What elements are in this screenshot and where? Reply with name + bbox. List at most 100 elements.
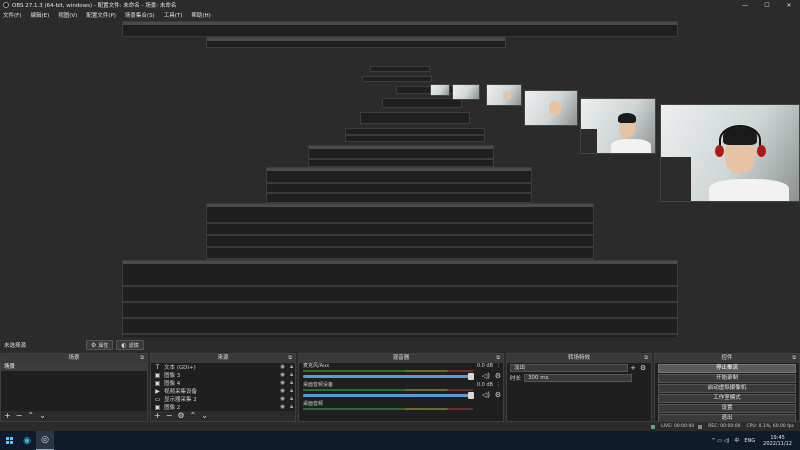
source-item[interactable]: ▶ 视频采集设备 ◉ 🔒︎ <box>151 387 295 396</box>
settings-button[interactable]: 设置 <box>658 404 796 413</box>
sources-toolbar: + − ⚙ ⌃ ⌄ <box>151 411 295 421</box>
tray-icons[interactable]: ^ ▭ ◁) <box>711 438 729 444</box>
start-recording-button[interactable]: 开始录制 <box>658 374 796 383</box>
nested-preview-2 <box>206 37 506 48</box>
move-up-button[interactable]: ⌃ <box>190 411 197 421</box>
visibility-eye-icon[interactable]: ◉ <box>280 380 285 386</box>
source-item[interactable]: ▭ 显示器采集 2 ◉ 🔒︎ <box>151 395 295 404</box>
properties-label: 属性 <box>98 342 109 349</box>
lock-icon[interactable]: 🔒︎ <box>290 388 293 395</box>
scenes-title: 场景 <box>68 355 80 361</box>
undock-icon[interactable]: ⧉ <box>288 354 292 363</box>
menu-tools[interactable]: 工具(T) <box>164 11 183 19</box>
lock-icon[interactable]: 🔒︎ <box>290 404 293 411</box>
menu-view[interactable]: 视图(V) <box>58 11 77 19</box>
speaker-icon[interactable]: ◁) <box>482 372 490 380</box>
lock-icon[interactable]: 🔒︎ <box>290 364 293 371</box>
duration-input[interactable]: 300 ms <box>524 374 632 382</box>
language-indicator[interactable]: ENG <box>744 438 755 444</box>
close-button[interactable]: ✕ <box>778 0 800 10</box>
volume-slider-knob[interactable] <box>468 392 474 399</box>
add-transition-button[interactable]: + <box>628 364 638 372</box>
minimize-button[interactable]: — <box>734 0 756 10</box>
rec-time: REC: 00:00:00 <box>708 424 741 429</box>
menu-help[interactable]: 帮助(H) <box>191 11 210 19</box>
undock-icon[interactable]: ⧉ <box>496 354 500 363</box>
maximize-button[interactable]: ☐ <box>756 0 778 10</box>
webcam-frame-tiny-2 <box>452 84 480 100</box>
gear-icon[interactable]: ⚙ <box>638 364 648 372</box>
mixer-dock-header: 混音器 ⧉ <box>299 354 503 363</box>
undock-icon[interactable]: ⧉ <box>792 354 796 363</box>
menu-bar: 文件(F) 编辑(E) 视图(V) 配置文件(P) 场景集合(S) 工具(T) … <box>0 10 800 20</box>
transition-type-select[interactable]: 淡出 <box>510 364 628 372</box>
volume-slider-knob[interactable] <box>468 373 474 380</box>
sources-title: 来源 <box>217 355 229 361</box>
visibility-eye-icon[interactable]: ◉ <box>280 396 285 402</box>
gear-icon[interactable]: ⚙ <box>495 391 501 399</box>
speaker-icon[interactable]: ◁) <box>482 391 490 399</box>
scene-list-item[interactable]: 场景 <box>1 363 147 371</box>
obs-taskbar-icon[interactable]: ◎ <box>36 431 54 450</box>
edge-browser-icon[interactable]: ◉ <box>18 431 36 450</box>
menu-scene-collection[interactable]: 场景集合(S) <box>125 11 155 19</box>
start-virtual-camera-button[interactable]: 启动虚拟摄像机 <box>658 384 796 393</box>
channel-name: 麦克风/Aux <box>303 363 330 369</box>
remove-source-button[interactable]: − <box>166 411 173 421</box>
add-scene-button[interactable]: + <box>4 411 11 421</box>
source-item[interactable]: ▣ 图像 2 ◉ 🔒︎ <box>151 403 295 412</box>
remove-scene-button[interactable]: − <box>16 411 23 421</box>
move-up-button[interactable]: ⌃ <box>27 411 34 421</box>
lock-icon[interactable]: 🔒︎ <box>290 380 293 387</box>
preview-canvas[interactable] <box>0 20 800 337</box>
visibility-eye-icon[interactable]: ◉ <box>280 372 285 378</box>
lock-icon[interactable]: 🔒︎ <box>290 396 293 403</box>
channel-name: 桌面音频设备 <box>303 382 334 388</box>
channel-menu-icon[interactable]: ⋮ <box>496 363 501 369</box>
transition-duration-row: 时长 300 ms <box>507 373 651 383</box>
sources-dock: 来源 ⧉ T 文本 (GDI+) ◉ 🔒︎ ▣ 图像 3 ◉ 🔒︎ ▣ 图像 4 ◉ 🔒︎ ▶ 视频采… <box>150 353 296 422</box>
source-item[interactable]: T 文本 (GDI+) ◉ 🔒︎ <box>151 363 295 372</box>
windows-start-button[interactable] <box>0 431 18 450</box>
camera-icon: ▶ <box>155 387 160 395</box>
menu-edit[interactable]: 编辑(E) <box>30 11 49 19</box>
menu-file[interactable]: 文件(F) <box>3 11 21 19</box>
mixer-channel: 桌面音频设备 0.0 dB ⋮ ◁) ⚙ <box>299 382 503 399</box>
volume-slider[interactable] <box>303 373 474 380</box>
mixer-channel: 麦克风/Aux 0.0 dB ⋮ ◁) ⚙ <box>299 363 503 380</box>
source-properties-button[interactable]: ⚙ <box>177 411 184 421</box>
ime-indicator[interactable]: 中 <box>734 437 739 444</box>
source-item[interactable]: ▣ 图像 4 ◉ 🔒︎ <box>151 379 295 388</box>
volume-slider[interactable] <box>303 392 474 399</box>
undock-icon[interactable]: ⧉ <box>644 354 648 363</box>
studio-mode-button[interactable]: 工作室模式 <box>658 394 796 403</box>
gear-icon[interactable]: ⚙ <box>495 372 501 380</box>
filters-button[interactable]: ◐ 滤镜 <box>116 340 144 350</box>
properties-button[interactable]: ⚙ 属性 <box>86 340 114 350</box>
visibility-eye-icon[interactable]: ◉ <box>280 404 285 410</box>
window-titlebar: OBS 27.1.3 (64-bit, windows) - 配置文件: 未命名… <box>0 0 800 10</box>
move-down-button[interactable]: ⌄ <box>39 411 46 421</box>
source-label: 图像 4 <box>164 381 181 387</box>
undock-icon[interactable]: ⧉ <box>140 354 144 363</box>
filters-label: 滤镜 <box>128 342 139 349</box>
add-source-button[interactable]: + <box>154 411 161 421</box>
mixer-channel: 桌面音频 <box>299 401 503 411</box>
visibility-eye-icon[interactable]: ◉ <box>280 388 285 394</box>
taskbar-clock[interactable]: 19:45 2022/11/12 <box>763 435 792 447</box>
menu-profile[interactable]: 配置文件(P) <box>86 11 116 19</box>
source-label: 图像 2 <box>164 405 181 411</box>
move-down-button[interactable]: ⌄ <box>201 411 208 421</box>
system-tray: ^ ▭ ◁) 中 ENG 19:45 2022/11/12 <box>706 431 792 450</box>
visibility-eye-icon[interactable]: ◉ <box>280 364 285 370</box>
live-time: LIVE: 00:00:00 <box>661 424 695 429</box>
lock-icon[interactable]: 🔒︎ <box>290 372 293 379</box>
source-label: 显示器采集 2 <box>164 397 197 403</box>
source-label: 文本 (GDI+) <box>164 365 196 371</box>
source-item[interactable]: ▣ 图像 3 ◉ 🔒︎ <box>151 371 295 380</box>
nested-preview-7 <box>360 112 470 124</box>
channel-menu-icon[interactable]: ⋮ <box>496 382 501 388</box>
gear-icon: ⚙ <box>91 341 97 349</box>
webcam-frame-tiny-1 <box>430 84 450 96</box>
stop-streaming-button[interactable]: 停止推流 <box>658 364 796 373</box>
